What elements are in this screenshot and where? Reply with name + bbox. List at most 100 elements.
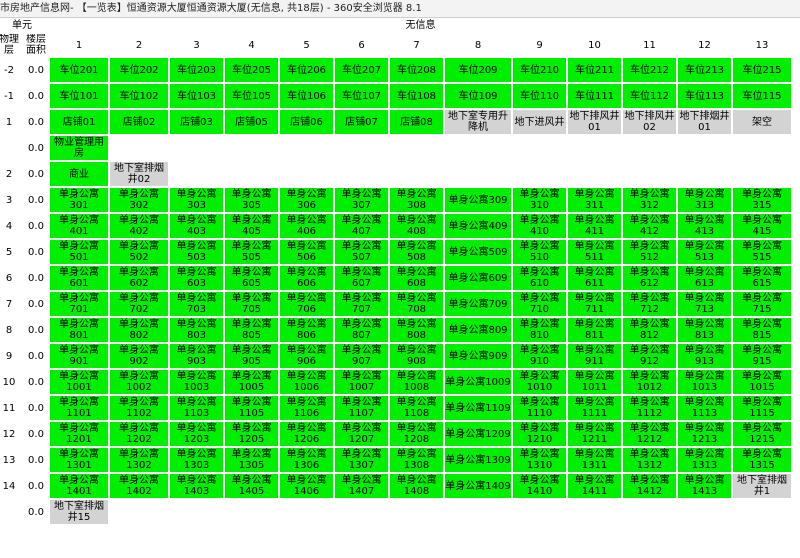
unit-cell[interactable]: 地下室排烟井1 — [733, 474, 791, 498]
unit-cell[interactable]: 单身公寓1006 — [280, 370, 333, 394]
unit-cell[interactable]: 单身公寓712 — [623, 292, 676, 316]
unit-cell[interactable]: 单身公寓407 — [335, 214, 388, 238]
unit-cell[interactable]: 单身公寓603 — [170, 266, 223, 290]
unit-cell[interactable]: 单身公寓612 — [623, 266, 676, 290]
unit-cell[interactable]: 单身公寓803 — [170, 318, 223, 342]
unit-cell[interactable]: 单身公寓806 — [280, 318, 333, 342]
unit-cell[interactable]: 单身公寓1011 — [568, 370, 621, 394]
unit-cell[interactable]: 架空 — [733, 110, 791, 134]
unit-cell[interactable]: 单身公寓1411 — [568, 474, 621, 498]
unit-cell[interactable]: 单身公寓1109 — [445, 396, 511, 420]
unit-cell[interactable]: 店铺03 — [170, 110, 223, 134]
unit-cell[interactable]: 单身公寓1002 — [110, 370, 168, 394]
unit-cell[interactable]: 地下排风井02 — [623, 110, 676, 134]
unit-cell[interactable]: 单身公寓1408 — [390, 474, 443, 498]
unit-cell[interactable]: 单身公寓1210 — [513, 422, 566, 446]
unit-cell[interactable]: 单身公寓503 — [170, 240, 223, 264]
unit-cell[interactable]: 单身公寓413 — [678, 214, 731, 238]
unit-cell[interactable]: 单身公寓801 — [50, 318, 108, 342]
unit-cell[interactable]: 单身公寓1005 — [225, 370, 278, 394]
unit-cell[interactable]: 单身公寓305 — [225, 188, 278, 212]
unit-cell[interactable]: 单身公寓1401 — [50, 474, 108, 498]
unit-cell[interactable]: 单身公寓508 — [390, 240, 443, 264]
unit-cell[interactable]: 单身公寓1010 — [513, 370, 566, 394]
unit-cell[interactable]: 单身公寓401 — [50, 214, 108, 238]
unit-cell[interactable]: 车位113 — [678, 84, 731, 108]
unit-cell[interactable]: 单身公寓301 — [50, 188, 108, 212]
unit-cell[interactable]: 单身公寓1110 — [513, 396, 566, 420]
unit-cell[interactable]: 单身公寓515 — [733, 240, 791, 264]
unit-cell[interactable]: 单身公寓303 — [170, 188, 223, 212]
unit-cell[interactable]: 单身公寓908 — [390, 344, 443, 368]
unit-cell[interactable]: 车位101 — [50, 84, 108, 108]
unit-cell[interactable]: 地下进风井 — [513, 110, 566, 134]
unit-cell[interactable]: 地下排风井01 — [568, 110, 621, 134]
unit-cell[interactable]: 单身公寓410 — [513, 214, 566, 238]
unit-cell[interactable]: 单身公寓1107 — [335, 396, 388, 420]
unit-cell[interactable]: 单身公寓609 — [445, 266, 511, 290]
unit-cell[interactable]: 地下室排烟井15 — [50, 500, 108, 524]
unit-cell[interactable]: 单身公寓1301 — [50, 448, 108, 472]
unit-cell[interactable]: 单身公寓1309 — [445, 448, 511, 472]
unit-cell[interactable]: 单身公寓907 — [335, 344, 388, 368]
unit-cell[interactable]: 单身公寓415 — [733, 214, 791, 238]
unit-cell[interactable]: 车位201 — [50, 58, 108, 82]
unit-cell[interactable]: 车位111 — [568, 84, 621, 108]
unit-cell[interactable]: 单身公寓510 — [513, 240, 566, 264]
unit-cell[interactable]: 单身公寓1108 — [390, 396, 443, 420]
unit-cell[interactable]: 单身公寓511 — [568, 240, 621, 264]
unit-cell[interactable]: 单身公寓1313 — [678, 448, 731, 472]
unit-cell[interactable]: 地下室排烟井02 — [110, 162, 168, 186]
unit-cell[interactable]: 单身公寓812 — [623, 318, 676, 342]
unit-cell[interactable]: 单身公寓312 — [623, 188, 676, 212]
unit-cell[interactable]: 单身公寓1113 — [678, 396, 731, 420]
unit-cell[interactable]: 单身公寓501 — [50, 240, 108, 264]
unit-cell[interactable]: 单身公寓1106 — [280, 396, 333, 420]
unit-cell[interactable]: 单身公寓810 — [513, 318, 566, 342]
unit-cell[interactable]: 单身公寓713 — [678, 292, 731, 316]
unit-cell[interactable]: 单身公寓402 — [110, 214, 168, 238]
unit-cell[interactable]: 车位202 — [110, 58, 168, 82]
unit-cell[interactable]: 单身公寓1111 — [568, 396, 621, 420]
unit-cell[interactable]: 单身公寓1409 — [445, 474, 511, 498]
unit-cell[interactable]: 单身公寓1008 — [390, 370, 443, 394]
unit-cell[interactable]: 车位211 — [568, 58, 621, 82]
unit-cell[interactable]: 单身公寓1308 — [390, 448, 443, 472]
unit-cell[interactable]: 单身公寓403 — [170, 214, 223, 238]
unit-cell[interactable]: 单身公寓711 — [568, 292, 621, 316]
unit-cell[interactable]: 车位106 — [280, 84, 333, 108]
unit-cell[interactable]: 单身公寓901 — [50, 344, 108, 368]
unit-cell[interactable]: 单身公寓1013 — [678, 370, 731, 394]
unit-cell[interactable]: 单身公寓1212 — [623, 422, 676, 446]
unit-cell[interactable]: 单身公寓709 — [445, 292, 511, 316]
unit-cell[interactable]: 单身公寓1007 — [335, 370, 388, 394]
unit-cell[interactable]: 单身公寓903 — [170, 344, 223, 368]
unit-cell[interactable]: 单身公寓411 — [568, 214, 621, 238]
unit-cell[interactable]: 单身公寓915 — [733, 344, 791, 368]
unit-cell[interactable]: 物业管理用房 — [50, 136, 108, 160]
unit-cell[interactable]: 单身公寓1407 — [335, 474, 388, 498]
unit-cell[interactable]: 单身公寓1311 — [568, 448, 621, 472]
unit-cell[interactable]: 单身公寓1209 — [445, 422, 511, 446]
unit-cell[interactable]: 单身公寓1202 — [110, 422, 168, 446]
unit-cell[interactable]: 单身公寓1211 — [568, 422, 621, 446]
unit-cell[interactable]: 单身公寓902 — [110, 344, 168, 368]
unit-cell[interactable]: 单身公寓311 — [568, 188, 621, 212]
unit-cell[interactable]: 店铺08 — [390, 110, 443, 134]
unit-cell[interactable]: 车位208 — [390, 58, 443, 82]
unit-cell[interactable]: 单身公寓605 — [225, 266, 278, 290]
unit-cell[interactable]: 车位110 — [513, 84, 566, 108]
unit-cell[interactable]: 单身公寓606 — [280, 266, 333, 290]
unit-cell[interactable]: 单身公寓1101 — [50, 396, 108, 420]
unit-cell[interactable]: 单身公寓1315 — [733, 448, 791, 472]
unit-cell[interactable]: 单身公寓1215 — [733, 422, 791, 446]
unit-cell[interactable]: 店铺05 — [225, 110, 278, 134]
unit-cell[interactable]: 车位212 — [623, 58, 676, 82]
unit-cell[interactable]: 地下排烟井01 — [678, 110, 731, 134]
unit-cell[interactable]: 单身公寓302 — [110, 188, 168, 212]
unit-cell[interactable]: 商业 — [50, 162, 108, 186]
unit-cell[interactable]: 单身公寓809 — [445, 318, 511, 342]
unit-cell[interactable]: 单身公寓707 — [335, 292, 388, 316]
unit-cell[interactable]: 车位205 — [225, 58, 278, 82]
unit-cell[interactable]: 单身公寓1206 — [280, 422, 333, 446]
